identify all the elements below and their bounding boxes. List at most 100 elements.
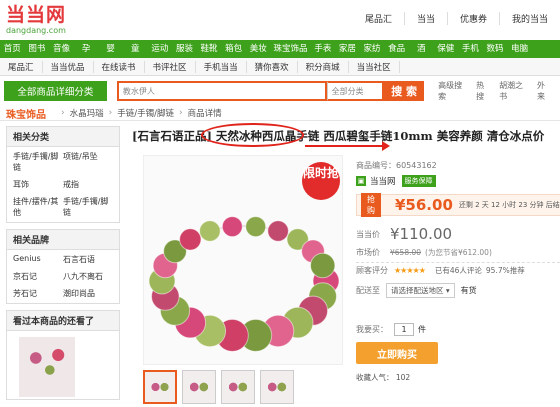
search-button[interactable]: 搜 索 xyxy=(384,81,425,101)
rush-price: ¥56.00 xyxy=(395,196,453,214)
related-category-link[interactable]: 手链/手镯/脚链 xyxy=(13,151,63,173)
good-rate: 95.7%推荐 xyxy=(485,266,525,275)
hot-link[interactable]: 胡潮之书 xyxy=(499,80,529,102)
breadcrumb-item[interactable]: 水晶玛瑙 xyxy=(70,107,104,119)
category-item[interactable]: 手表 xyxy=(311,40,336,58)
comments-link[interactable]: 已有46人评论 xyxy=(435,265,482,276)
category-item[interactable]: 酒 xyxy=(409,40,434,58)
breadcrumb: 珠宝饰品 › 水晶玛瑙 › 手链/手镯/脚链 › 商品详情 xyxy=(0,106,560,121)
brand-link[interactable]: 芳石记 xyxy=(13,288,63,299)
shop-name[interactable]: 当当网 xyxy=(370,175,396,187)
bracelet-bead xyxy=(199,220,221,242)
related-category-link[interactable]: 戒指 xyxy=(63,179,113,190)
subnav-item[interactable]: 尾品汇 xyxy=(0,60,43,73)
brand-link[interactable]: Genius xyxy=(13,254,63,265)
category-item[interactable]: 鞋靴 xyxy=(197,40,222,58)
related-category-link[interactable]: 耳饰 xyxy=(13,179,63,190)
top-link[interactable]: 尾品汇 xyxy=(353,12,404,25)
related-brands: 相关品牌 Genius 石言石语 京石记 八九不离石 芳石记 潮印尚品 xyxy=(6,229,120,304)
also-looked: 看过本商品的还看了 xyxy=(6,310,120,400)
shop-row: ▣ 当当网 服务保障 xyxy=(356,174,560,188)
hot-link[interactable]: 高级搜索 xyxy=(438,80,468,102)
category-item[interactable]: 音像 xyxy=(49,40,74,58)
breadcrumb-item[interactable]: 手链/手镯/脚链 xyxy=(117,107,174,119)
header: 当当网 dangdang.com 尾品汇 当当 优惠券 我的当当 xyxy=(0,0,560,44)
category-item[interactable]: 童 xyxy=(123,40,148,58)
rating-row: 顾客评分 ★★★★★ 已有46人评论 95.7%推荐 xyxy=(356,262,560,276)
quantity-row: 我要买： 1 件 xyxy=(356,320,560,338)
product-thumbnail[interactable] xyxy=(260,370,294,404)
search-input[interactable]: 教水伊人 xyxy=(116,81,327,101)
all-categories-button[interactable]: 全部商品详细分类 xyxy=(4,81,107,101)
top-link[interactable]: 我的当当 xyxy=(498,12,560,25)
subnav-item[interactable]: 在线读书 xyxy=(94,60,145,73)
category-item[interactable]: 珠宝饰品 xyxy=(271,40,311,58)
category-item[interactable]: 图书 xyxy=(25,40,50,58)
logo[interactable]: 当当网 dangdang.com xyxy=(6,4,94,35)
top-link[interactable]: 优惠券 xyxy=(446,12,499,25)
subnav-item[interactable]: 书评社区 xyxy=(145,60,196,73)
buy-now-button[interactable]: 立即购买 xyxy=(356,342,438,364)
brand-link[interactable]: 潮印尚品 xyxy=(63,288,113,299)
category-item[interactable]: 家纺 xyxy=(360,40,385,58)
logo-domain: dangdang.com xyxy=(6,26,66,35)
category-item[interactable]: 家居 xyxy=(335,40,360,58)
category-item[interactable]: 孕 xyxy=(74,40,99,58)
product-thumbnail[interactable] xyxy=(182,370,216,404)
search-category-select[interactable]: 全部分类 xyxy=(326,81,385,101)
category-item[interactable]: 食品 xyxy=(384,40,409,58)
category-item[interactable]: 运动 xyxy=(148,40,173,58)
related-category-link[interactable]: 项链/吊坠 xyxy=(63,151,113,173)
top-links: 尾品汇 当当 优惠券 我的当当 xyxy=(353,12,560,25)
thumbnail-strip xyxy=(143,370,299,404)
related-brands-title: 相关品牌 xyxy=(7,230,119,250)
category-item[interactable]: 婴 xyxy=(98,40,123,58)
also-looked-title: 看过本商品的还看了 xyxy=(7,311,119,331)
savings-note: (为您节省¥612.00) xyxy=(425,247,492,257)
quantity-input[interactable]: 1 xyxy=(394,322,414,336)
related-category-link[interactable]: 挂件/摆件/其他 xyxy=(13,196,63,218)
category-item[interactable]: 箱包 xyxy=(221,40,246,58)
product-id: 60543162 xyxy=(396,160,437,170)
bracelet-bead xyxy=(310,252,336,279)
top-link[interactable]: 当当 xyxy=(403,12,447,25)
category-item[interactable]: 首页 xyxy=(0,40,25,58)
rush-tag: 抢购 xyxy=(361,193,381,217)
product-thumbnail[interactable] xyxy=(143,370,177,404)
category-item[interactable]: 数码 xyxy=(483,40,508,58)
related-category-link[interactable]: 手链/手镯/脚链 xyxy=(63,196,113,218)
recommended-product-thumbnail[interactable] xyxy=(19,337,75,397)
subnav-item[interactable]: 当当社区 xyxy=(349,60,400,73)
subnav-item[interactable]: 当当优品 xyxy=(43,60,94,73)
subnav-item[interactable]: 猜你喜欢 xyxy=(247,60,298,73)
product-id-row: 商品编号： 60543162 xyxy=(356,158,560,172)
subnav-item[interactable]: 手机当当 xyxy=(196,60,247,73)
favorite-label: 收藏人气： xyxy=(356,373,394,382)
category-item[interactable]: 保健 xyxy=(434,40,459,58)
rush-price-box: 抢购 ¥56.00 还剩 2 天 12 小时 23 分钟 后结束 xyxy=(356,193,560,217)
related-categories-title: 相关分类 xyxy=(7,127,119,147)
category-item[interactable]: 电脑 xyxy=(507,40,532,58)
category-item[interactable]: 服装 xyxy=(172,40,197,58)
hot-link[interactable]: 外来 xyxy=(537,80,552,102)
search-bar: 全部商品详细分类 教水伊人 全部分类 搜 索 高级搜索 热搜 胡潮之书 外来 xyxy=(0,80,560,102)
favorite-row: 收藏人气： 102 xyxy=(356,372,560,383)
category-item[interactable]: 美妆 xyxy=(246,40,271,58)
bracelet-bead xyxy=(267,220,289,242)
market-price-label: 市场价 xyxy=(356,247,380,257)
product-id-label: 商品编号： xyxy=(356,160,396,170)
product-image[interactable]: 限时抢 xyxy=(143,155,343,365)
breadcrumb-home[interactable]: 珠宝饰品 xyxy=(6,106,46,121)
subnav-item[interactable]: 积分商城 xyxy=(298,60,349,73)
rating-label: 顾客评分 xyxy=(356,266,388,275)
category-item[interactable]: 手机 xyxy=(458,40,483,58)
product-thumbnail[interactable] xyxy=(221,370,255,404)
dangdang-price-row: 当当价 ¥110.00 xyxy=(356,222,560,246)
brand-link[interactable]: 石言石语 xyxy=(63,254,113,265)
shipping-region-select[interactable]: 请选择配送地区 ▾ xyxy=(386,282,455,298)
breadcrumb-separator: › xyxy=(61,108,65,118)
hot-link[interactable]: 热搜 xyxy=(476,80,491,102)
brand-link[interactable]: 八九不离石 xyxy=(63,271,113,282)
service-badge[interactable]: 服务保障 xyxy=(401,175,436,187)
brand-link[interactable]: 京石记 xyxy=(13,271,63,282)
